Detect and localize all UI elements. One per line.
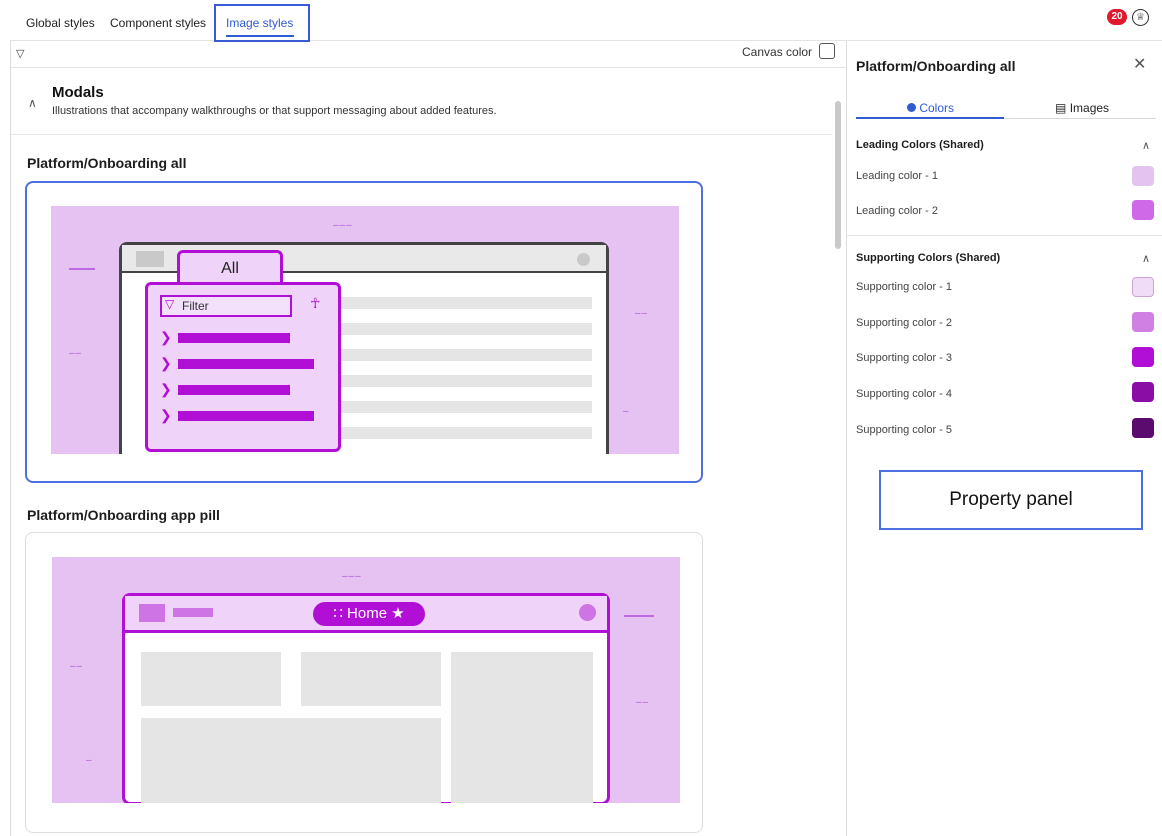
color-swatch[interactable] <box>1132 347 1154 367</box>
decorative-dashes: ‒‒ <box>636 697 650 708</box>
chevron-up-icon[interactable]: ∧ <box>1142 252 1150 265</box>
all-tab-label: All <box>177 250 283 286</box>
list-bar <box>332 349 592 361</box>
image-card-onboarding-all[interactable]: ‒‒‒ ‒‒ ‒‒ ‒ All Filter ▽ ☥ ❯ ❯ ❯ ❯ <box>25 181 703 483</box>
onboarding-app-pill-illustration: ‒‒‒ ‒‒ ‒‒ ‒ ∷ Home ★ <box>52 557 680 803</box>
tab-images[interactable]: ▤ Images <box>1055 101 1109 115</box>
filter-field: Filter <box>160 295 292 317</box>
tab-component-styles[interactable]: Component styles <box>110 16 206 30</box>
color-label: Supporting color - 3 <box>856 352 952 364</box>
filter-toolbar: ▽ Canvas color <box>11 41 847 68</box>
color-label: Supporting color - 2 <box>856 317 952 329</box>
list-bar <box>332 297 592 309</box>
modals-title: Modals <box>52 84 104 101</box>
decorative-dashes: ‒‒‒ <box>333 220 353 231</box>
tab-colors-label: Colors <box>919 101 955 115</box>
chevron-right-icon: ❯ <box>160 329 172 345</box>
color-label: Leading color - 2 <box>856 205 938 217</box>
title-bar <box>173 608 213 617</box>
filter-icon[interactable]: ▽ <box>16 47 24 60</box>
pin-icon: ☥ <box>310 295 321 311</box>
image-card-onboarding-app-pill[interactable]: ‒‒‒ ‒‒ ‒‒ ‒ ∷ Home ★ <box>25 532 703 833</box>
canvas-color-checkbox[interactable] <box>819 43 835 59</box>
browser-window: ∷ Home ★ <box>122 593 610 803</box>
property-panel: Platform/Onboarding all ✕ Colors ▤ Image… <box>846 41 1162 836</box>
chevron-right-icon: ❯ <box>160 355 172 371</box>
color-label: Supporting color - 4 <box>856 388 952 400</box>
content-block <box>451 652 593 803</box>
list-bar <box>332 323 592 335</box>
color-swatch[interactable] <box>1132 277 1154 297</box>
color-label: Supporting color - 1 <box>856 281 952 293</box>
list-item-bar <box>178 359 314 369</box>
browser-header-block <box>136 251 164 267</box>
color-swatch[interactable] <box>1132 382 1154 402</box>
decorative-dashes: ‒‒ <box>69 348 83 359</box>
content-block <box>301 652 441 706</box>
browser-header-dot <box>577 253 590 266</box>
decorative-dashes: ‒‒ <box>70 661 84 672</box>
supporting-colors-title: Supporting Colors (Shared) <box>856 252 1001 264</box>
logo-block <box>139 604 165 622</box>
close-icon[interactable]: ✕ <box>1133 54 1146 74</box>
section-title-onboarding-all: Platform/Onboarding all <box>27 155 187 171</box>
color-label: Leading color - 1 <box>856 170 938 182</box>
decorative-line <box>69 268 95 270</box>
color-swatch[interactable] <box>1132 312 1154 332</box>
color-swatch[interactable] <box>1132 418 1154 438</box>
decorative-dashes: ‒‒‒ <box>342 571 362 582</box>
chevron-right-icon: ❯ <box>160 381 172 397</box>
list-bar <box>332 427 592 439</box>
leading-colors-title: Leading Colors (Shared) <box>856 139 984 151</box>
content-block <box>141 652 281 706</box>
modals-description: Illustrations that accompany walkthrough… <box>52 105 497 117</box>
accessibility-icon[interactable]: ♕ <box>1132 9 1149 26</box>
image-styles-highlight-box <box>214 4 310 42</box>
panel-title: Platform/Onboarding all <box>856 58 1016 74</box>
filter-label: Filter <box>182 299 209 313</box>
star-icon: ★ <box>391 605 405 622</box>
property-panel-callout: Property panel <box>879 470 1143 530</box>
filter-popover: Filter ▽ ☥ ❯ ❯ ❯ ❯ <box>145 282 341 452</box>
image-icon: ▤ <box>1055 101 1067 115</box>
list-item-bar <box>178 333 290 343</box>
list-bar <box>332 401 592 413</box>
decorative-dashes: ‒‒ <box>635 308 649 319</box>
chevron-right-icon: ❯ <box>160 407 172 423</box>
decorative-dashes: ‒ <box>86 755 93 766</box>
list-item-bar <box>178 411 314 421</box>
color-label: Supporting color - 5 <box>856 424 952 436</box>
decorative-line <box>624 615 654 617</box>
modals-category-header[interactable]: ∧ Modals Illustrations that accompany wa… <box>11 68 831 135</box>
home-pill-label: Home <box>347 605 388 622</box>
color-swatch[interactable] <box>1132 200 1154 220</box>
tab-colors[interactable]: Colors <box>907 101 954 115</box>
canvas-color-label: Canvas color <box>742 45 813 59</box>
top-tab-bar: Global styles Component styles Image sty… <box>10 0 1162 41</box>
palette-icon <box>907 103 916 112</box>
list-bar <box>332 375 592 387</box>
decorative-dashes: ‒ <box>623 406 630 417</box>
chevron-up-icon[interactable]: ∧ <box>28 96 37 110</box>
list-item-bar <box>178 385 290 395</box>
section-title-onboarding-app-pill: Platform/Onboarding app pill <box>27 507 220 523</box>
avatar-dot <box>579 604 596 621</box>
grid-icon: ∷ <box>333 605 343 622</box>
filter-icon: ▽ <box>165 297 175 311</box>
active-tab-indicator <box>856 117 1004 119</box>
chevron-up-icon[interactable]: ∧ <box>1142 139 1150 152</box>
vertical-scrollbar[interactable] <box>835 101 841 249</box>
onboarding-all-illustration: ‒‒‒ ‒‒ ‒‒ ‒ All Filter ▽ ☥ ❯ ❯ ❯ ❯ <box>51 206 679 454</box>
home-app-pill: ∷ Home ★ <box>313 602 425 626</box>
canvas-pane: ▽ Canvas color ∧ Modals Illustrations th… <box>10 41 847 836</box>
content-block <box>141 718 441 803</box>
tab-images-label: Images <box>1069 101 1110 115</box>
notification-badge[interactable]: 20 <box>1107 9 1127 25</box>
color-swatch[interactable] <box>1132 166 1154 186</box>
section-divider <box>847 235 1162 236</box>
tab-global-styles[interactable]: Global styles <box>26 16 95 30</box>
